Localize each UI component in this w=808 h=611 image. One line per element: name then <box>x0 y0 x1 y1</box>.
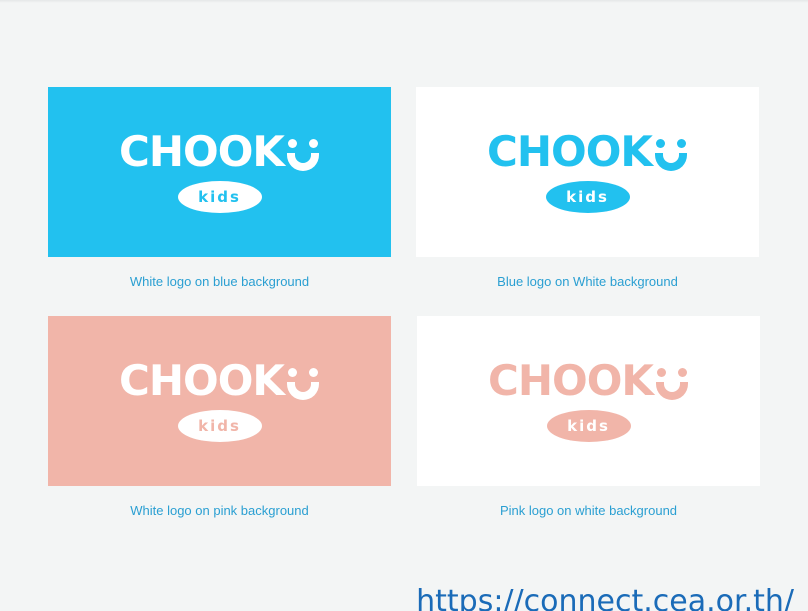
caption-blue-on-white: Blue logo on White background <box>497 274 678 289</box>
wordmark-text: CHOOK <box>119 127 285 176</box>
wordmark-text: CHOOK <box>487 127 653 176</box>
wordmark-text: CHOOK <box>119 356 285 405</box>
logo-wordmark: CHOOK <box>487 131 688 173</box>
smiley-u-icon <box>655 368 689 400</box>
wordmark-text: CHOOK <box>488 356 654 405</box>
caption-white-on-blue: White logo on blue background <box>129 274 310 289</box>
top-edge-shadow <box>0 0 808 3</box>
logo-wordmark: CHOOK <box>488 360 689 402</box>
logo-wordmark: CHOOK <box>119 131 320 173</box>
logo-tile-white-on-blue: CHOOK kids <box>48 87 391 257</box>
logo-tile-blue-on-white: CHOOK kids <box>416 87 759 257</box>
kids-badge: kids <box>545 181 630 213</box>
smiley-u-icon <box>286 368 320 400</box>
logo-tile-white-on-pink: CHOOK kids <box>48 316 391 486</box>
source-url-watermark: https://connect.cea.or.th/ <box>416 584 794 611</box>
caption-pink-on-white: Pink logo on white background <box>499 503 678 518</box>
smiley-u-icon <box>286 139 320 171</box>
caption-white-on-pink: White logo on pink background <box>130 503 309 518</box>
kids-badge: kids <box>546 410 631 442</box>
kids-badge: kids <box>177 410 262 442</box>
kids-badge: kids <box>177 181 262 213</box>
smiley-u-icon <box>654 139 688 171</box>
logo-variations-page: CHOOK kids CHOOK kids CHOOK kids CHOOK k… <box>0 0 808 611</box>
logo-tile-pink-on-white: CHOOK kids <box>417 316 760 486</box>
logo-wordmark: CHOOK <box>119 360 320 402</box>
